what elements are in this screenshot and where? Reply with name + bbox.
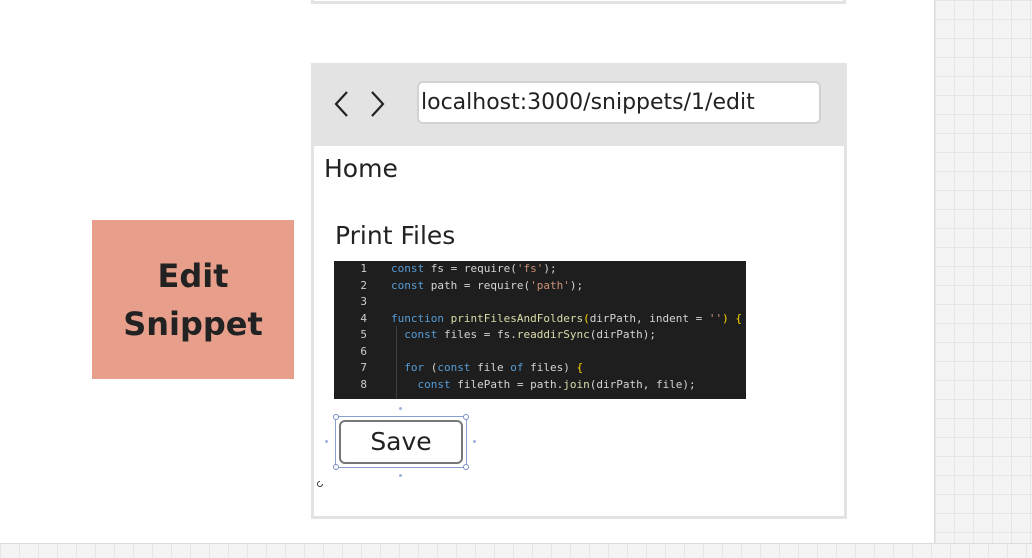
save-button[interactable]: Save xyxy=(339,420,463,464)
chevron-left-icon[interactable] xyxy=(331,89,355,119)
home-link[interactable]: Home xyxy=(324,154,398,183)
label-card-text: Edit Snippet xyxy=(123,256,263,343)
previous-frame-edge xyxy=(311,0,846,4)
code-line: 3 xyxy=(334,294,391,310)
code-line: 1 const fs = require('fs'); xyxy=(334,261,556,277)
line-number: 6 xyxy=(360,345,367,358)
line-number: 3 xyxy=(360,295,367,308)
connection-point[interactable] xyxy=(473,440,476,443)
resize-handle[interactable] xyxy=(463,464,469,470)
url-bar[interactable]: localhost:3000/snippets/1/edit xyxy=(417,81,821,124)
line-number: 1 xyxy=(360,262,367,275)
line-number: 5 xyxy=(360,328,367,341)
line-number: 2 xyxy=(360,279,367,292)
canvas-grid-right xyxy=(934,0,1032,557)
code-line: 2 const path = require('path'); xyxy=(334,278,583,294)
code-line: 7 for (const file of files) { xyxy=(334,360,583,376)
code-line: 6 xyxy=(334,344,391,360)
edit-snippet-label-card[interactable]: Edit Snippet xyxy=(92,220,294,379)
resize-handle[interactable] xyxy=(333,414,339,420)
canvas-grid-bottom xyxy=(0,543,1032,558)
browser-wireframe[interactable]: localhost:3000/snippets/1/edit Home Prin… xyxy=(311,63,847,519)
chevron-right-icon[interactable] xyxy=(365,89,389,119)
connection-point[interactable] xyxy=(325,440,328,443)
resize-handle[interactable] xyxy=(463,414,469,420)
code-editor[interactable]: 1 const fs = require('fs'); 2 const path =… xyxy=(334,261,746,399)
code-line: 8 const filePath = path.join(dirPath, fi… xyxy=(334,377,695,393)
code-line: 5 const files = fs.readdirSync(dirPath); xyxy=(334,327,656,343)
line-number: 8 xyxy=(360,378,367,391)
browser-toolbar: localhost:3000/snippets/1/edit xyxy=(314,66,844,146)
connection-point[interactable] xyxy=(399,474,402,477)
snippet-title: Print Files xyxy=(335,221,456,250)
code-line: 4 function printFilesAndFolders(dirPath, … xyxy=(334,311,742,327)
line-number: 7 xyxy=(360,361,367,374)
connection-point[interactable] xyxy=(399,407,402,410)
rotate-handle-icon[interactable] xyxy=(316,480,324,488)
resize-handle[interactable] xyxy=(333,464,339,470)
selection-box: Save xyxy=(333,414,469,470)
line-number: 4 xyxy=(360,312,367,325)
